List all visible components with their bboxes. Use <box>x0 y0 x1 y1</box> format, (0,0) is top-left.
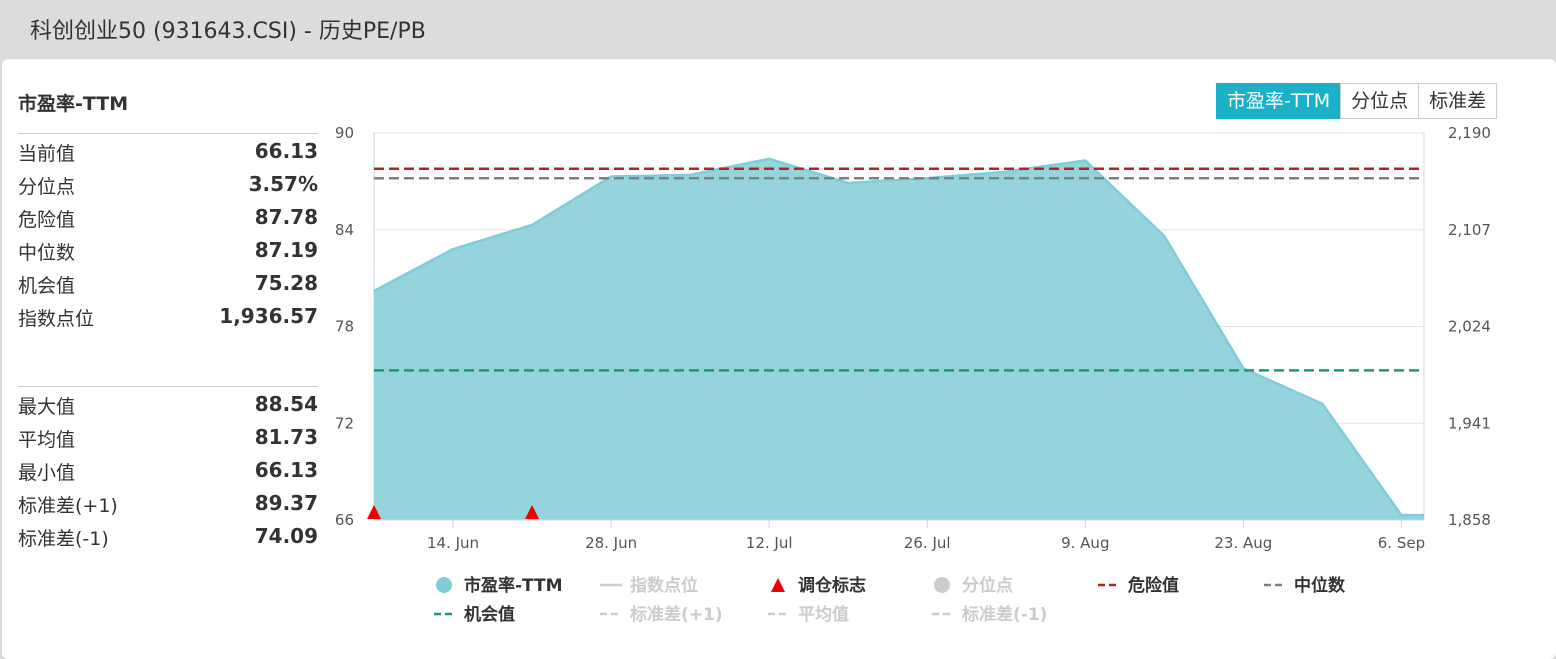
legend-item-label[interactable]: 标准差(+1) <box>630 604 723 625</box>
window-titlebar: 科创创业50 (931643.CSI) - 历史PE/PB <box>0 0 1556 56</box>
legend-item-label[interactable]: 平均值 <box>798 604 849 625</box>
x-tick-label: 12. Jul <box>746 534 793 552</box>
pe-history-chart: 90 2,190 84 2,107 78 2,024 72 1,941 66 1,858 14. J… <box>335 124 1491 625</box>
x-tick-label: 9. Aug <box>1061 534 1109 552</box>
y-right-tick-label: 2,107 <box>1448 221 1491 239</box>
x-tick-label: 6. Sep <box>1378 534 1425 552</box>
legend-item-label[interactable]: 调仓标志 <box>798 575 866 596</box>
y-left-tick-label: 78 <box>335 318 354 336</box>
y-left-tick-label: 84 <box>335 221 354 239</box>
legend-symbol-triangle <box>771 578 785 592</box>
pe-panel: 市盈率-TTM 当前值 66.13 分位点 3.57% 危险值 87.78 中位数 87… <box>2 59 1556 659</box>
y-left-tick-label: 90 <box>335 124 354 142</box>
pe-area-fill <box>374 158 1424 521</box>
legend-symbol-circle <box>934 577 950 593</box>
y-left-tick-label: 72 <box>335 414 354 432</box>
legend-item-label[interactable]: 危险值 <box>1127 575 1179 596</box>
x-tick-label: 26. Jul <box>904 534 951 552</box>
y-right-tick-label: 1,858 <box>1448 511 1491 529</box>
x-tick-label: 23. Aug <box>1214 534 1272 552</box>
x-tick-label: 28. Jun <box>585 534 637 552</box>
y-right-tick-label: 2,024 <box>1448 318 1491 336</box>
legend-item-label[interactable]: 中位数 <box>1294 575 1346 596</box>
window-title: 科创创业50 (931643.CSI) - 历史PE/PB <box>30 19 426 44</box>
legend-item-label[interactable]: 标准差(-1) <box>962 604 1047 625</box>
legend-item-label[interactable]: 指数点位 <box>630 575 698 596</box>
x-tick-label: 14. Jun <box>427 534 479 552</box>
legend-symbol-circle <box>436 577 452 593</box>
legend-item-label[interactable]: 市盈率-TTM <box>464 575 563 596</box>
y-right-tick-label: 2,190 <box>1448 124 1491 142</box>
y-right-tick-label: 1,941 <box>1448 414 1491 432</box>
y-left-tick-label: 66 <box>335 511 354 529</box>
legend-item-label[interactable]: 机会值 <box>464 604 515 625</box>
legend-item-label[interactable]: 分位点 <box>962 575 1013 596</box>
